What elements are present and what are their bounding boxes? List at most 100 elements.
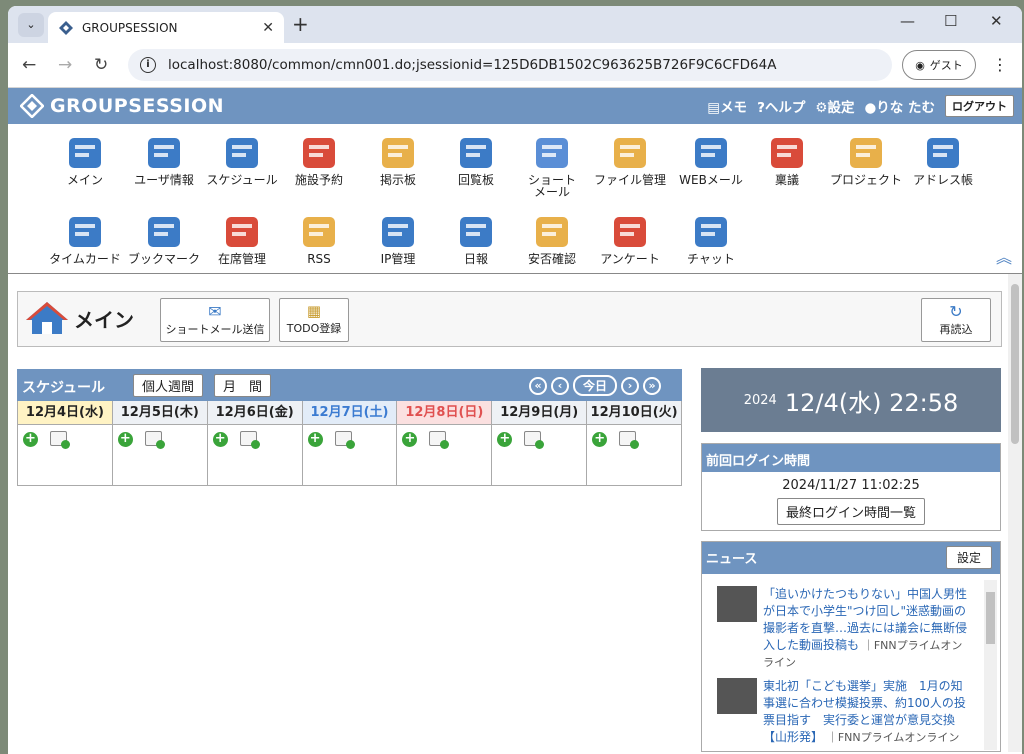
app-rss[interactable]: RSS — [279, 213, 359, 265]
news-scrollbar[interactable] — [984, 580, 997, 750]
schedule-day-header[interactable]: 12月6日(金) — [207, 401, 302, 425]
app-presence[interactable]: 在席管理 — [202, 213, 282, 265]
app-folder[interactable]: ファイル管理 — [590, 134, 670, 186]
forward-icon[interactable]: → — [58, 55, 72, 75]
month-button[interactable]: 月 間 — [214, 374, 272, 397]
settings-link[interactable]: ⚙設定 — [815, 96, 854, 116]
add-schedule-icon[interactable]: + — [592, 432, 608, 447]
add-memo-icon[interactable] — [619, 431, 640, 449]
app-facility[interactable]: 施設予約 — [279, 134, 359, 186]
news-item[interactable]: 「追いかけたつもりない」中国人男性が日本で小学生"つけ回し"迷惑動画の撮影者を直… — [717, 586, 973, 671]
logout-button[interactable]: ログアウト — [945, 95, 1014, 117]
app-label: アドレス帳 — [912, 173, 973, 187]
browser-menu-icon[interactable]: ⋮ — [992, 55, 1008, 74]
add-schedule-icon[interactable]: + — [23, 432, 38, 447]
add-schedule-icon[interactable]: + — [402, 432, 418, 447]
minimize-button[interactable]: — — [900, 12, 915, 30]
app-home[interactable]: メイン — [45, 134, 125, 186]
shortmail-send-button[interactable]: ✉ ショートメール送信 — [160, 298, 270, 342]
news-text[interactable]: 「追いかけたつもりない」中国人男性が日本で小学生"つけ回し"迷惑動画の撮影者を直… — [763, 586, 973, 671]
app-mail[interactable]: ショート メール — [512, 134, 592, 198]
maximize-button[interactable]: ☐ — [944, 12, 957, 30]
last-login-list-button[interactable]: 最終ログイン時間一覧 — [776, 498, 925, 525]
schedule-day-cell[interactable]: + — [492, 425, 586, 485]
news-source: ｜FNNプライムオンライン — [763, 639, 963, 669]
schedule-day-header[interactable]: 12月5日(木) — [112, 401, 207, 425]
memo-link[interactable]: ▤メモ — [707, 96, 747, 116]
browser-tab[interactable]: GROUPSESSION ✕ — [48, 12, 284, 43]
tab-search-button[interactable]: ⌄ — [18, 13, 44, 37]
close-window-button[interactable]: ✕ — [990, 12, 1003, 30]
reload-icon[interactable]: ↻ — [94, 55, 108, 75]
add-schedule-icon[interactable]: + — [307, 432, 323, 447]
schedule-day-cell[interactable]: + — [303, 425, 397, 485]
reload-button[interactable]: ↻ 再読込 — [921, 298, 991, 342]
new-tab-button[interactable]: + — [292, 12, 309, 36]
profile-button[interactable]: ◉ ゲスト — [902, 50, 976, 80]
site-info-icon[interactable]: i — [140, 57, 156, 73]
close-tab-icon[interactable]: ✕ — [262, 20, 274, 36]
app-approval[interactable]: 稟議 — [747, 134, 827, 186]
collapse-chevron-icon[interactable]: ︽ — [996, 244, 1012, 268]
add-memo-icon[interactable] — [50, 431, 70, 449]
shortmail-send-label: ショートメール送信 — [165, 323, 265, 336]
app-timecard[interactable]: タイムカード — [45, 213, 125, 265]
schedule-day-header[interactable]: 12月9日(月) — [492, 401, 587, 425]
app-board[interactable]: 掲示板 — [358, 134, 438, 186]
schedule-day-cell[interactable]: + — [113, 425, 207, 485]
schedule-day-header[interactable]: 12月4日(水) — [18, 401, 112, 425]
news-settings-button[interactable]: 設定 — [945, 546, 992, 569]
help-link[interactable]: ?ヘルプ — [757, 96, 805, 116]
app-label: アンケート — [600, 252, 660, 266]
app-circular[interactable]: 回覧板 — [436, 134, 516, 186]
add-memo-icon[interactable] — [334, 431, 355, 449]
news-item[interactable]: 東北初「こども選挙」実施 1月の知事選に合わせ模擬投票、約100人の投票目指す … — [717, 678, 973, 746]
approval-icon — [767, 134, 807, 172]
schedule-day-header[interactable]: 12月8日(日) — [397, 401, 492, 425]
app-report[interactable]: 日報 — [436, 213, 516, 265]
next-week-icon[interactable]: » — [643, 376, 662, 395]
schedule-day-cell[interactable]: + — [208, 425, 302, 485]
url-field[interactable]: i localhost:8080/common/cmn001.do;jsessi… — [128, 49, 892, 81]
todo-register-button[interactable]: ▦ TODO登録 — [279, 298, 349, 342]
clock-year: 2024 — [743, 392, 777, 408]
app-safety[interactable]: 安否確認 — [512, 213, 592, 265]
schedule-day-cell[interactable]: + — [397, 425, 491, 485]
add-memo-icon[interactable] — [239, 431, 260, 449]
app-calendar[interactable]: スケジュール — [202, 134, 282, 186]
personal-week-button[interactable]: 個人週間 — [133, 374, 204, 397]
page-scrollbar[interactable] — [1008, 274, 1022, 752]
add-memo-icon[interactable] — [144, 431, 165, 449]
prev-day-icon[interactable]: ‹ — [551, 376, 569, 395]
add-memo-icon[interactable] — [524, 431, 545, 449]
logo[interactable]: GROUPSESSION — [20, 94, 224, 118]
add-schedule-icon[interactable]: + — [117, 432, 133, 447]
prev-week-icon[interactable]: « — [529, 376, 547, 395]
news-text[interactable]: 東北初「こども選挙」実施 1月の知事選に合わせ模擬投票、約100人の投票目指す … — [763, 678, 973, 746]
schedule-day-cell[interactable]: + — [587, 425, 681, 485]
app-survey[interactable]: アンケート — [590, 213, 670, 265]
schedule-day-header[interactable]: 12月7日(土) — [302, 401, 397, 425]
app-webmail[interactable]: WEBメール — [671, 134, 751, 186]
app-project[interactable]: プロジェクト — [826, 134, 906, 186]
memo-label: メモ — [720, 100, 748, 116]
app-label: メイン — [66, 173, 103, 187]
app-bookmark[interactable]: ブックマーク — [124, 213, 204, 265]
app-label: RSS — [307, 252, 331, 266]
schedule-day-header[interactable]: 12月10日(火) — [587, 401, 682, 425]
app-label: ブックマーク — [127, 252, 200, 266]
back-icon[interactable]: ← — [22, 55, 36, 75]
today-button[interactable]: 今日 — [573, 375, 618, 396]
app-user-info[interactable]: ユーザ情報 — [124, 134, 204, 186]
app-address[interactable]: アドレス帳 — [903, 134, 983, 186]
schedule-day-column: 12月10日(火) + — [587, 401, 683, 486]
add-memo-icon[interactable] — [429, 431, 450, 449]
app-ip[interactable]: IP管理 — [358, 213, 438, 265]
schedule-title[interactable]: スケジュール — [22, 377, 105, 397]
user-link[interactable]: ●りな たむ — [865, 96, 935, 116]
next-day-icon[interactable]: › — [621, 376, 640, 395]
schedule-day-cell[interactable]: + — [18, 425, 112, 485]
add-schedule-icon[interactable]: + — [212, 432, 228, 447]
add-schedule-icon[interactable]: + — [497, 432, 513, 447]
app-chat[interactable]: チャット — [671, 213, 751, 265]
